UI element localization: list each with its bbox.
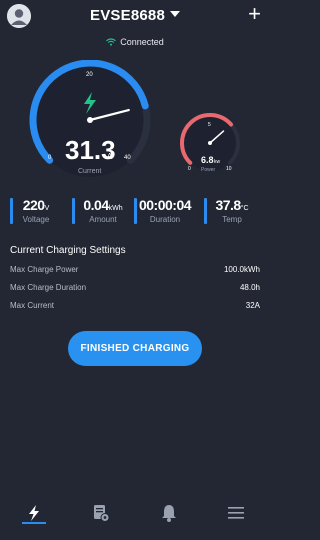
dropdown-caret-icon bbox=[170, 11, 180, 18]
wifi-icon bbox=[106, 38, 117, 48]
setting-label: Max Current bbox=[10, 301, 55, 310]
temp-label: Temp bbox=[222, 215, 242, 224]
setting-label: Max Charge Power bbox=[10, 265, 79, 274]
voltage-unit: V bbox=[44, 205, 50, 212]
document-settings-icon bbox=[94, 505, 110, 522]
power-label: Power bbox=[201, 167, 216, 173]
temp-unit: °C bbox=[240, 205, 249, 212]
current-gauge: 0 20 40 31.3 A Current bbox=[29, 60, 151, 177]
power-tick-mid: 5 bbox=[208, 122, 211, 128]
current-label: Current bbox=[78, 168, 101, 175]
metric-temp: 37.8°C Temp bbox=[204, 196, 260, 228]
current-tick-mid: 20 bbox=[86, 72, 93, 78]
bell-icon bbox=[162, 505, 176, 522]
power-unit: kw bbox=[214, 159, 221, 165]
tab-charging[interactable] bbox=[22, 503, 46, 523]
bottom-tab-bar bbox=[0, 494, 270, 540]
active-tab-indicator bbox=[22, 522, 46, 524]
header: EVSE8688 + bbox=[0, 0, 270, 34]
gauges-panel: 0 20 40 31.3 A Current 0 5 10 6.8 kw Pow… bbox=[0, 60, 270, 190]
setting-label: Max Charge Duration bbox=[10, 283, 87, 292]
current-unit: A bbox=[107, 152, 113, 161]
metric-voltage: 220V Voltage bbox=[10, 196, 62, 228]
metrics-row: 220V Voltage 0.04kWh Amount 00:00:04 Dur… bbox=[0, 196, 270, 228]
power-gauge: 0 5 10 6.8 kw Power bbox=[180, 113, 240, 173]
amount-label: Amount bbox=[89, 215, 117, 224]
add-device-button[interactable]: + bbox=[248, 3, 261, 25]
amount-unit: kWh bbox=[108, 205, 123, 212]
menu-icon bbox=[228, 507, 244, 519]
tab-records[interactable] bbox=[89, 503, 113, 523]
metric-duration: 00:00:04 Duration bbox=[134, 196, 196, 228]
tab-notifications[interactable] bbox=[157, 503, 181, 523]
power-value: 6.8 bbox=[201, 155, 214, 165]
power-gauge-hub bbox=[208, 141, 212, 145]
voltage-value: 220 bbox=[22, 197, 45, 213]
power-tick-max: 10 bbox=[226, 166, 232, 172]
setting-row-max-charge-duration: Max Charge Duration 48.0h bbox=[10, 283, 260, 297]
amount-value: 0.04 bbox=[83, 197, 109, 213]
tab-menu[interactable] bbox=[224, 503, 248, 523]
temp-value: 37.8 bbox=[215, 197, 241, 213]
device-name: EVSE8688 bbox=[90, 7, 165, 24]
setting-value: 100.0kWh bbox=[223, 265, 260, 274]
voltage-label: Voltage bbox=[22, 215, 50, 224]
setting-row-max-current: Max Current 32A bbox=[10, 301, 260, 315]
duration-label: Duration bbox=[149, 215, 181, 224]
finished-charging-button[interactable]: FINISHED CHARGING bbox=[68, 331, 202, 366]
current-gauge-hub bbox=[87, 117, 93, 123]
device-selector[interactable]: EVSE8688 bbox=[0, 7, 270, 24]
power-tick-min: 0 bbox=[188, 166, 191, 172]
current-tick-max: 40 bbox=[124, 155, 131, 161]
setting-value: 32A bbox=[245, 301, 260, 310]
gauges-svg: 0 20 40 31.3 A Current 0 5 10 6.8 kw Pow… bbox=[29, 60, 240, 177]
setting-row-max-charge-power: Max Charge Power 100.0kWh bbox=[10, 265, 260, 279]
setting-value: 48.0h bbox=[239, 283, 260, 292]
metric-amount: 0.04kWh Amount bbox=[72, 196, 134, 228]
settings-title: Current Charging Settings bbox=[10, 245, 126, 256]
connection-status: Connected bbox=[0, 37, 270, 48]
duration-value: 00:00:04 bbox=[138, 197, 192, 213]
lightning-icon bbox=[29, 505, 39, 521]
status-text: Connected bbox=[120, 37, 164, 47]
